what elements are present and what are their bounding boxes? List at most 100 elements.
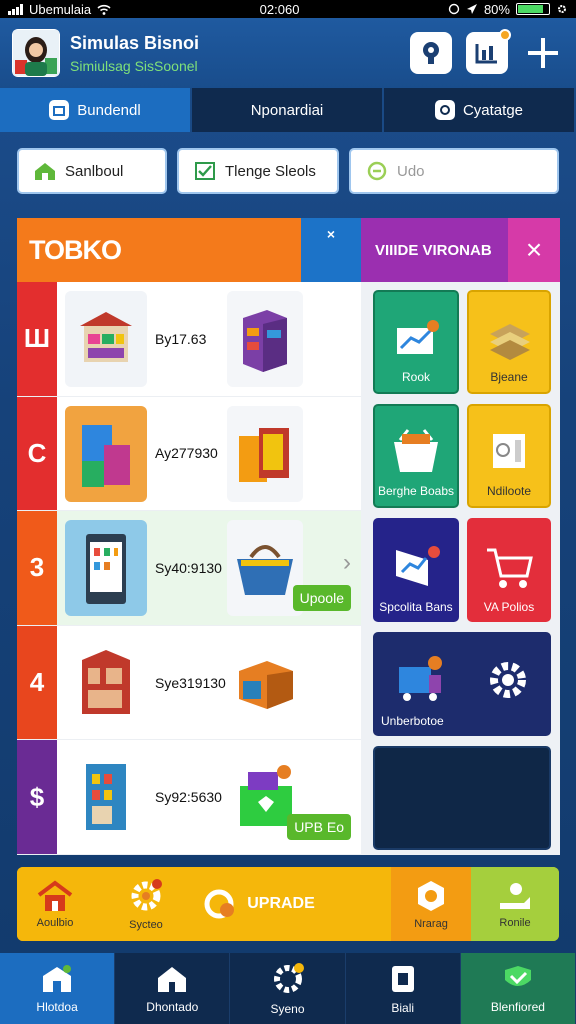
tile-ndiloote[interactable]: Ndiloote [467,404,551,508]
chevron-right-icon[interactable]: › [343,549,351,577]
wifi-icon [97,4,111,15]
settings-gear-icon [557,5,566,13]
app-header: Simulas Bisnoi Simiulsag SisSoonel [0,18,576,88]
upgrade-icon [204,889,235,919]
app-subtitle: Simiulsag SisSoonel [70,57,198,74]
nav-label: Syeno [270,1001,305,1016]
nav-syeno[interactable]: Syeno [230,953,346,1024]
upgrade-button[interactable]: Upoole [292,584,351,611]
tab-label: Nponardiai [250,101,324,119]
filter-placeholder: Udo [397,162,425,180]
filter-sanlboul[interactable]: Sanlboul [17,148,167,194]
house-nav-icon [158,966,187,992]
filter-tlenge-sleols[interactable]: Tlenge Sleols [177,148,339,194]
lightbulb-icon [423,42,439,64]
upgrade-all-button[interactable]: UPRADE [199,867,319,941]
shopping-basket-icon [227,520,303,617]
store-row[interactable]: 4 Sye319130 [17,625,361,741]
action-label: UPRADE [247,895,315,912]
settings-gear-icon [131,879,162,911]
item-price: Sy92:5630 [155,789,222,806]
nav-label: Biali [391,1000,415,1015]
tile-va-polios[interactable]: VA Polios [467,518,551,622]
store-list: Ш By17.63 C Ay277930 3 Sy40:9130 › Upool… [17,282,361,855]
signal-icon [8,3,23,15]
nav-blenfiored[interactable]: Blenfiored [460,953,576,1024]
item-price: Ay277930 [155,445,218,462]
stack-icon [490,324,530,360]
tile-bjeane[interactable]: Bjeane [467,290,551,394]
side-header: VIIIDE VIRONAB × [361,218,560,282]
apartment-building-icon [65,749,147,846]
action-label: Sycteo [129,919,163,931]
tile-spcolita-bans[interactable]: Spcolita Bans [373,518,459,622]
item-price: By17.63 [155,330,207,347]
store-row[interactable]: Ш By17.63 [17,282,361,397]
add-button[interactable] [522,32,564,74]
filter-label: Sanlboul [65,162,124,180]
tile-empty-slot[interactable] [373,746,551,850]
tab-label: Cyatatge [462,101,524,119]
side-close-button[interactable]: × [508,218,560,282]
clock: 02:060 [259,1,300,17]
action-aoulbio[interactable]: Aoulbio [17,867,93,941]
upgrade-button[interactable]: UPB Eo [287,813,351,840]
tab-cyatatge[interactable]: Cyatatge [384,88,576,132]
tile-berghe-boabs[interactable]: Berghe Boabs [373,404,459,508]
vending-machine-icon [65,520,147,617]
store-nav-icon [43,964,72,992]
action-label: Aoulbio [36,917,74,929]
store-panel: TOBKO × Ш By17.63 C Ay277930 3 Sy40:9130… [17,218,361,855]
tab-nponardiai[interactable]: Nponardiai [192,88,384,132]
row-rank: 3 [17,511,57,625]
market-stall-icon [65,291,147,387]
player-avatar-icon [13,30,59,76]
chart-icon [475,44,497,64]
store-row[interactable]: C Ay277930 [17,396,361,512]
shop-building-icon [227,405,303,502]
cart-chart-icon [397,320,439,354]
battery-icon [515,3,550,15]
avatar[interactable] [12,29,60,77]
tile-label: Unberbotoe [381,714,444,728]
gear-nav-icon [273,962,304,993]
store-close-button[interactable]: × [301,218,361,282]
tile-label: Bjeane [490,370,528,384]
bottom-nav: Hlotdoa Dhontado Syeno Biali Blenfiored [0,953,576,1024]
grocery-boxes-icon [65,405,147,502]
item-price: Sye319130 [155,674,226,691]
nav-label: Hlotdoa [36,999,78,1014]
tile-label: VA Polios [483,600,535,614]
store-header: TOBKO × [17,218,361,282]
delivery-truck-icon [399,656,442,701]
nav-dhontado[interactable]: Dhontado [115,953,231,1024]
nav-biali[interactable]: Biali [346,953,461,1024]
tile-label: Berghe Boabs [377,484,455,498]
plus-icon [528,38,558,68]
tile-unberbotoe[interactable]: Unberbotoe [373,632,551,736]
tile-rook[interactable]: Rook [373,290,459,394]
carrier-name: Ubemulaia [29,1,92,17]
action-sycteo[interactable]: Sycteo [93,867,199,941]
tile-label: Rook [401,370,430,384]
tab-bundendl[interactable]: Bundendl [0,88,192,132]
battery-percent: 80% [483,1,510,17]
lightbulb-button[interactable] [410,32,452,74]
nav-hlotdoa[interactable]: Hlotdoa [0,953,116,1024]
filter-row: Sanlboul Tlenge Sleols Udo [17,148,559,194]
action-ronile[interactable]: Ronile [471,867,559,941]
safe-icon [493,434,525,468]
notification-dot [499,29,511,41]
row-rank: 4 [17,625,57,740]
store-row[interactable]: 3 Sy40:9130 › Upoole [17,511,361,626]
house-icon [33,161,57,181]
action-nrarag[interactable]: Nrarag [391,867,471,941]
action-bar: Aoulbio Sycteo UPRADE Nrarag Ronile [17,867,559,941]
filter-label: Tlenge Sleols [225,162,316,180]
refresh-icon [365,161,389,181]
chart-button[interactable] [466,29,511,74]
store-tab-icon [49,100,70,120]
filter-search-input[interactable]: Udo [349,148,559,194]
store-row[interactable]: $ Sy92:5630 UPB Eo [17,740,361,855]
cardboard-store-icon [227,634,303,731]
